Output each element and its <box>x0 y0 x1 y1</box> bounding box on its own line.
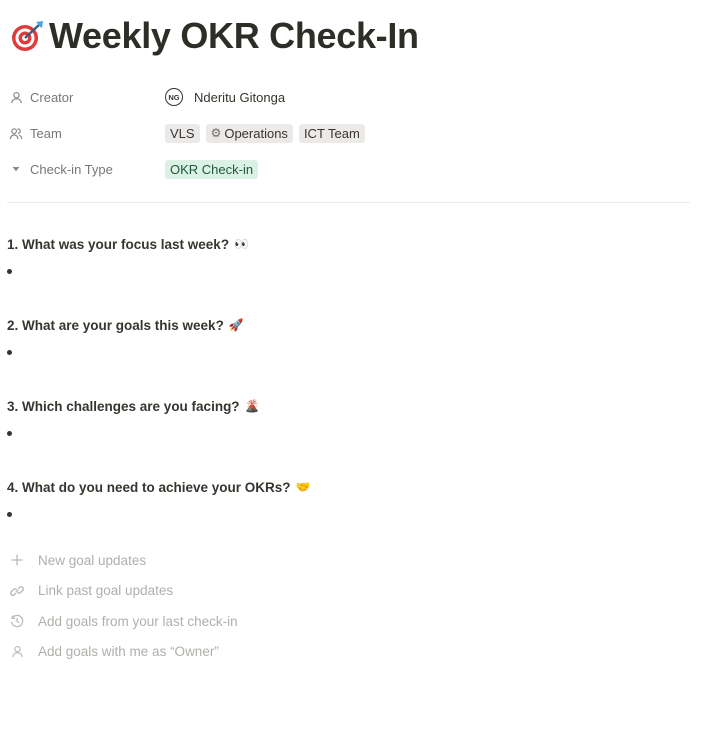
add-goals-last-checkin-button[interactable]: Add goals from your last check-in <box>9 610 238 632</box>
plus-icon <box>9 552 25 568</box>
property-creator[interactable]: Creator NG Nderitu Gitonga <box>9 79 689 115</box>
creator-value[interactable]: NG Nderitu Gitonga <box>165 88 285 106</box>
checkin-type-label: Check-in Type <box>30 161 113 177</box>
handshake-icon: 🤝 <box>295 480 311 494</box>
select-caret-icon <box>9 162 23 176</box>
avatar: NG <box>165 88 183 106</box>
question-block-3: 3. Which challenges are you facing? 🌋 <box>7 397 687 442</box>
checkin-type-tag[interactable]: OKR Check-in <box>165 159 259 179</box>
property-label-creator: Creator <box>9 90 165 105</box>
question-heading[interactable]: 4. What do you need to achieve your OKRs… <box>7 478 687 496</box>
bullet-item[interactable] <box>7 343 687 361</box>
property-team[interactable]: Team VLS ⚙ Operations ICT Team <box>9 115 689 151</box>
bullet-item[interactable] <box>7 424 687 442</box>
bullet-dot <box>7 349 12 355</box>
people-icon <box>9 126 23 140</box>
checkin-type-value[interactable]: OKR Check-in <box>165 159 259 179</box>
question-block-2: 2. What are your goals this week? 🚀 <box>7 316 687 361</box>
property-checkin-type[interactable]: Check-in Type OKR Check-in <box>9 151 689 187</box>
action-label: Link past goal updates <box>38 583 174 598</box>
rocket-icon: 🚀 <box>228 318 244 332</box>
question-heading[interactable]: 3. Which challenges are you facing? 🌋 <box>7 397 687 415</box>
template-actions: New goal updates Link past goal updates <box>9 549 238 671</box>
team-tag-vls[interactable]: VLS <box>165 123 200 143</box>
bullet-item[interactable] <box>7 505 687 523</box>
question-block-1: 1. What was your focus last week? 👀 <box>7 235 687 280</box>
team-tag-operations[interactable]: ⚙ Operations <box>205 123 293 143</box>
bullet-item[interactable] <box>7 262 687 280</box>
link-past-goal-updates-button[interactable]: Link past goal updates <box>9 580 238 602</box>
okr-checkin-page: Weekly OKR Check-In Creator NG Nderitu G… <box>0 0 727 735</box>
page-header: Weekly OKR Check-In <box>9 14 419 58</box>
creator-name: Nderitu Gitonga <box>194 89 286 105</box>
bullet-dot <box>7 511 12 517</box>
question-text: 4. What do you need to achieve your OKRs… <box>7 479 291 495</box>
bullet-dot <box>7 268 12 274</box>
question-text: 2. What are your goals this week? <box>7 317 224 333</box>
question-text: 3. Which challenges are you facing? <box>7 398 240 414</box>
gear-icon: ⚙ <box>210 125 222 140</box>
team-tag-operations-label: Operations <box>224 125 288 141</box>
page-title[interactable]: Weekly OKR Check-In <box>49 14 419 58</box>
link-icon <box>9 583 25 599</box>
new-goal-updates-button[interactable]: New goal updates <box>9 549 238 571</box>
bullet-dot <box>7 430 12 436</box>
property-label-team: Team <box>9 126 165 141</box>
person-icon <box>9 644 25 660</box>
eyes-icon: 👀 <box>234 237 250 251</box>
action-label: New goal updates <box>38 552 147 568</box>
dart-target-icon[interactable] <box>9 18 45 54</box>
volcano-icon: 🌋 <box>244 399 260 413</box>
action-label: Add goals with me as “Owner” <box>38 644 219 659</box>
team-label: Team <box>30 125 62 141</box>
team-tag-ict[interactable]: ICT Team <box>298 123 365 143</box>
person-icon <box>9 90 23 104</box>
team-value[interactable]: VLS ⚙ Operations ICT Team <box>165 123 365 143</box>
question-heading[interactable]: 1. What was your focus last week? 👀 <box>7 235 687 253</box>
action-label: Add goals from your last check-in <box>38 613 238 629</box>
page-properties: Creator NG Nderitu Gitonga Team VLS ⚙ Op… <box>9 79 689 187</box>
property-label-checkin-type: Check-in Type <box>9 162 165 177</box>
divider <box>7 202 690 203</box>
history-icon <box>9 613 25 629</box>
question-block-4: 4. What do you need to achieve your OKRs… <box>7 478 687 523</box>
question-text: 1. What was your focus last week? <box>7 236 230 252</box>
creator-label: Creator <box>30 89 74 105</box>
question-heading[interactable]: 2. What are your goals this week? 🚀 <box>7 316 687 334</box>
add-goals-owner-button[interactable]: Add goals with me as “Owner” <box>9 641 238 663</box>
